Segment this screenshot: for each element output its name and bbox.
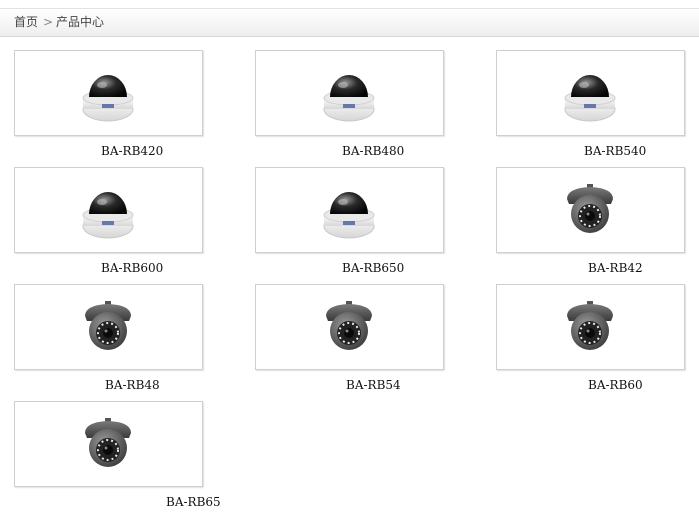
- dark-ir-dome-camera-icon: [567, 301, 613, 350]
- white-dome-camera-icon: [564, 75, 616, 122]
- product-card[interactable]: [496, 167, 685, 253]
- product-model-label[interactable]: BA-RB480: [342, 144, 404, 158]
- product-model-label[interactable]: BA-RB600: [101, 261, 163, 275]
- product-card[interactable]: [255, 50, 444, 136]
- product-card[interactable]: [496, 50, 685, 136]
- product-card[interactable]: [496, 284, 685, 370]
- breadcrumb-current: 产品中心: [56, 15, 105, 29]
- product-card[interactable]: [255, 167, 444, 253]
- product-model-label[interactable]: BA-RB60: [588, 378, 643, 392]
- product-model-label[interactable]: BA-RB48: [105, 378, 160, 392]
- dark-ir-dome-camera-icon: [326, 301, 372, 350]
- dark-ir-dome-camera-icon: [85, 418, 131, 467]
- product-model-label[interactable]: BA-RB65: [166, 495, 221, 509]
- chevron-right-icon: >: [43, 15, 54, 29]
- white-dome-camera-icon: [323, 192, 375, 239]
- white-dome-camera-icon: [82, 192, 134, 239]
- product-model-label[interactable]: BA-RB420: [101, 144, 163, 158]
- white-dome-camera-icon: [82, 75, 134, 122]
- product-model-label[interactable]: BA-RB650: [342, 261, 404, 275]
- product-card[interactable]: [14, 167, 203, 253]
- product-model-label[interactable]: BA-RB42: [588, 261, 643, 275]
- breadcrumb-home-link[interactable]: 首页: [14, 9, 38, 36]
- white-dome-camera-icon: [323, 75, 375, 122]
- product-card[interactable]: [14, 284, 203, 370]
- product-card[interactable]: [14, 401, 203, 487]
- dark-ir-dome-camera-icon: [85, 301, 131, 350]
- product-card[interactable]: [255, 284, 444, 370]
- product-model-label[interactable]: BA-RB540: [584, 144, 646, 158]
- product-model-label[interactable]: BA-RB54: [346, 378, 401, 392]
- product-card[interactable]: [14, 50, 203, 136]
- dark-ir-dome-camera-icon: [567, 184, 613, 233]
- breadcrumb: 首页 > 产品中心: [0, 8, 699, 37]
